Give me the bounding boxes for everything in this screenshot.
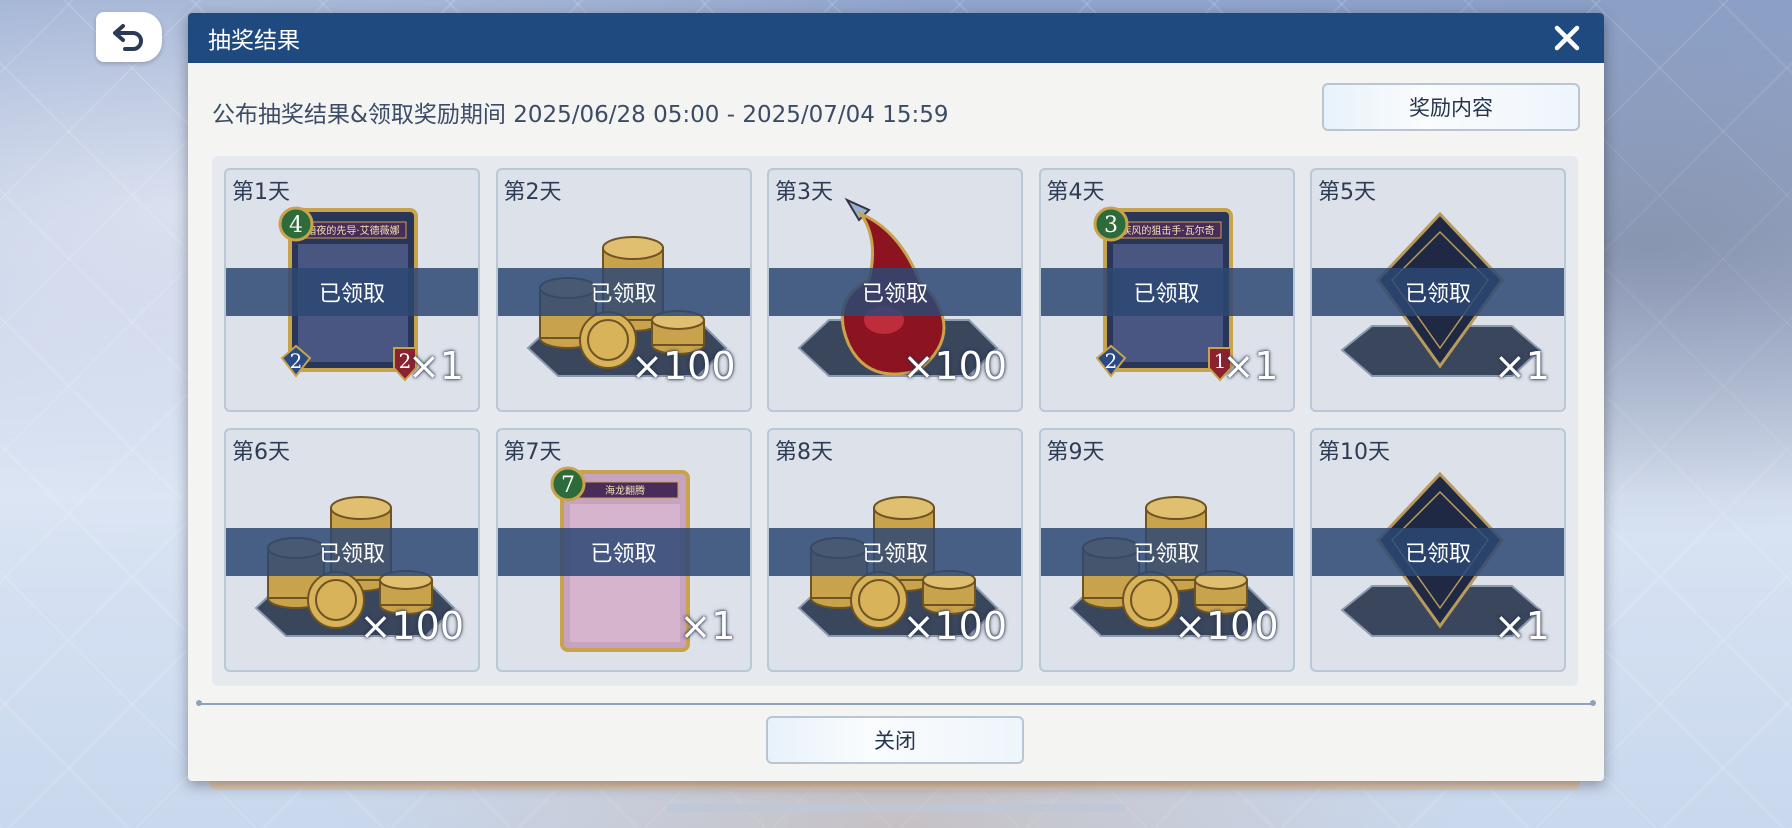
claimed-label: 已领取 <box>1133 542 1200 567</box>
day-label: 第6天 <box>232 440 290 465</box>
claimed-label: 已领取 <box>590 542 657 567</box>
reward-card-day-4[interactable]: 第4天 疾风的狙击手·瓦尔奇 3 2 1 ×1 已领取 <box>1038 168 1295 412</box>
reward-card-day-2[interactable]: 第2天 ×100 已领取 <box>495 168 752 412</box>
day-label: 第1天 <box>232 180 290 205</box>
claimed-label: 已领取 <box>1133 282 1200 307</box>
reward-card-day-5[interactable]: 第5天 ×1 已领取 <box>1310 168 1566 412</box>
claimed-label: 已领取 <box>861 542 928 567</box>
svg-text:3: 3 <box>1104 213 1118 238</box>
reward-card-day-1[interactable]: 第1天 暗夜的先导·艾德薇娜 4 2 2 ×1 已领取 <box>224 168 480 412</box>
claimed-label: 已领取 <box>590 282 657 307</box>
reward-card-day-6[interactable]: 第6天 ×100 已领取 <box>224 428 480 672</box>
claimed-label: 已领取 <box>318 542 385 567</box>
claimed-banner: 已领取 <box>769 528 1021 576</box>
claimed-label: 已领取 <box>1404 282 1471 307</box>
item-quantity: ×100 <box>902 604 1007 648</box>
svg-text:4: 4 <box>289 213 303 238</box>
svg-text:海龙翻腾: 海龙翻腾 <box>605 484 645 497</box>
item-quantity: ×1 <box>407 344 464 388</box>
day-label: 第2天 <box>503 180 562 205</box>
day-label: 第9天 <box>1046 440 1105 465</box>
svg-text:暗夜的先导·艾德薇娜: 暗夜的先导·艾德薇娜 <box>306 224 399 237</box>
subheader: 公布抽奖结果&领取奖励期间 2025/06/28 05:00 - 2025/07… <box>188 63 1604 159</box>
item-quantity: ×1 <box>1222 344 1279 388</box>
svg-text:7: 7 <box>561 473 575 498</box>
reward-card-day-7[interactable]: 第7天 海龙翻腾 7 ×1 已领取 <box>495 428 752 672</box>
day-label: 第10天 <box>1318 440 1390 465</box>
day-label: 第8天 <box>775 440 833 465</box>
svg-text:2: 2 <box>290 349 303 373</box>
lottery-result-dialog: 抽奖结果 公布抽奖结果&领取奖励期间 2025/06/28 05:00 - 20… <box>188 13 1604 781</box>
claimed-banner: 已领取 <box>497 528 750 576</box>
claimed-banner: 已领取 <box>1312 528 1564 576</box>
back-arrow-icon <box>113 24 143 51</box>
claimed-banner: 已领取 <box>1040 528 1293 576</box>
claimed-banner: 已领取 <box>226 268 478 316</box>
item-quantity: ×1 <box>1493 344 1550 388</box>
back-button[interactable] <box>96 12 162 62</box>
claimed-banner: 已领取 <box>1040 268 1293 316</box>
item-quantity: ×100 <box>1174 604 1279 648</box>
claimed-banner: 已领取 <box>226 528 478 576</box>
claimed-banner: 已领取 <box>497 268 750 316</box>
reward-card-day-10[interactable]: 第10天 ×1 已领取 <box>1310 428 1566 672</box>
day-label: 第4天 <box>1046 180 1105 205</box>
claimed-label: 已领取 <box>318 282 385 307</box>
item-quantity: ×100 <box>359 604 464 648</box>
day-label: 第3天 <box>775 180 833 205</box>
title-bar: 抽奖结果 <box>188 13 1604 63</box>
item-quantity: ×1 <box>1493 604 1550 648</box>
dialog-title: 抽奖结果 <box>208 28 300 54</box>
divider <box>196 700 1596 706</box>
svg-text:疾风的狙击手·瓦尔奇: 疾风的狙击手·瓦尔奇 <box>1121 224 1214 237</box>
claimed-banner: 已领取 <box>769 268 1021 316</box>
day-label: 第5天 <box>1318 180 1376 205</box>
day-label: 第7天 <box>503 440 562 465</box>
item-quantity: ×1 <box>679 604 736 648</box>
claim-period-text: 公布抽奖结果&领取奖励期间 2025/06/28 05:00 - 2025/07… <box>212 102 949 128</box>
svg-text:2: 2 <box>1104 349 1117 373</box>
item-quantity: ×100 <box>902 344 1007 388</box>
close-button[interactable]: 关闭 <box>766 716 1024 764</box>
reward-card-day-8[interactable]: 第8天 ×100 已领取 <box>767 428 1023 672</box>
reward-card-day-3[interactable]: 第3天 ×100 已领取 <box>767 168 1023 412</box>
home-indicator <box>666 804 1126 812</box>
claimed-banner: 已领取 <box>1312 268 1564 316</box>
claimed-label: 已领取 <box>861 282 928 307</box>
reward-grid: 第1天 暗夜的先导·艾德薇娜 4 2 2 ×1 已领取 第2天 ×100 已领取… <box>212 156 1578 686</box>
item-quantity: ×100 <box>631 344 736 388</box>
reward-card-day-9[interactable]: 第9天 ×100 已领取 <box>1038 428 1295 672</box>
close-icon[interactable] <box>1550 21 1584 55</box>
reward-content-button[interactable]: 奖励内容 <box>1322 83 1580 131</box>
claimed-label: 已领取 <box>1404 542 1471 567</box>
